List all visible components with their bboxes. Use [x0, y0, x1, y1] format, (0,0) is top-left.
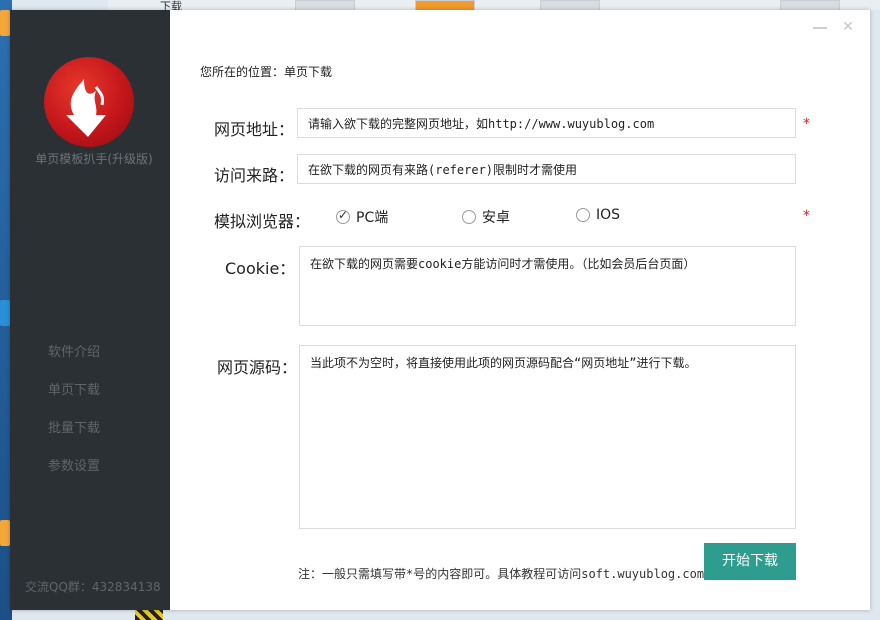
radio-android[interactable]: 安卓 — [462, 207, 510, 227]
sidebar: 单页模板扒手(升级版) 软件介绍 单页下载 批量下载 参数设置 交流QQ群：43… — [10, 10, 170, 610]
minimize-icon[interactable] — [812, 20, 828, 34]
window-controls: ✕ — [812, 20, 856, 34]
referer-label: 访问来路： — [214, 166, 295, 185]
breadcrumb: 您所在的位置：单页下载 — [200, 65, 333, 79]
flame-logo-icon — [44, 57, 134, 147]
radio-unchecked-icon[interactable] — [462, 210, 476, 224]
app-name: 单页模板扒手(升级版) — [35, 152, 153, 166]
radio-android-label: 安卓 — [482, 210, 510, 226]
hint-note: 注：一般只需填写带*号的内容即可。具体教程可访问soft.wuyublog.co… — [298, 567, 705, 581]
close-icon[interactable]: ✕ — [840, 20, 856, 34]
url-input[interactable]: 请输入欲下载的完整网页地址，如http://www.wuyublog.com — [297, 108, 796, 138]
cookie-textarea[interactable]: 在欲下载的网页需要cookie方能访问时才需使用。（比如会员后台页面） — [299, 246, 796, 326]
desktop-icon[interactable] — [0, 10, 10, 36]
radio-pc[interactable]: PC端 — [336, 207, 388, 227]
cookie-label: Cookie： — [225, 259, 296, 278]
radio-ios[interactable]: IOS — [576, 207, 620, 223]
source-textarea[interactable]: 当此项不为空时，将直接使用此项的网页源码配合“网页地址”进行下载。 — [299, 345, 796, 529]
app-window: 单页模板扒手(升级版) 软件介绍 单页下载 批量下载 参数设置 交流QQ群：43… — [10, 10, 870, 610]
radio-unchecked-icon[interactable] — [576, 208, 590, 222]
radio-ios-label: IOS — [596, 207, 621, 223]
source-label: 网页源码： — [217, 358, 298, 377]
required-mark: * — [803, 208, 810, 224]
start-download-button[interactable]: 开始下载 — [704, 543, 796, 580]
nav-item-single-download[interactable]: 单页下载 — [48, 379, 100, 398]
radio-pc-label: PC端 — [356, 210, 389, 226]
desktop-icon[interactable] — [0, 300, 10, 326]
nav-item-batch-download[interactable]: 批量下载 — [48, 417, 100, 436]
nav-item-intro[interactable]: 软件介绍 — [48, 341, 100, 360]
nav-item-settings[interactable]: 参数设置 — [48, 455, 100, 474]
qq-group-text: 交流QQ群：432834138 — [25, 580, 161, 594]
desktop-top-strip — [108, 0, 880, 10]
desktop-icon[interactable] — [0, 520, 10, 546]
url-label: 网页地址： — [214, 120, 295, 139]
radio-checked-icon[interactable] — [336, 208, 350, 224]
referer-input[interactable]: 在欲下载的网页有来路(referer)限制时才需使用 — [297, 154, 796, 184]
browser-label: 模拟浏览器： — [214, 212, 311, 231]
required-mark: * — [803, 116, 810, 132]
